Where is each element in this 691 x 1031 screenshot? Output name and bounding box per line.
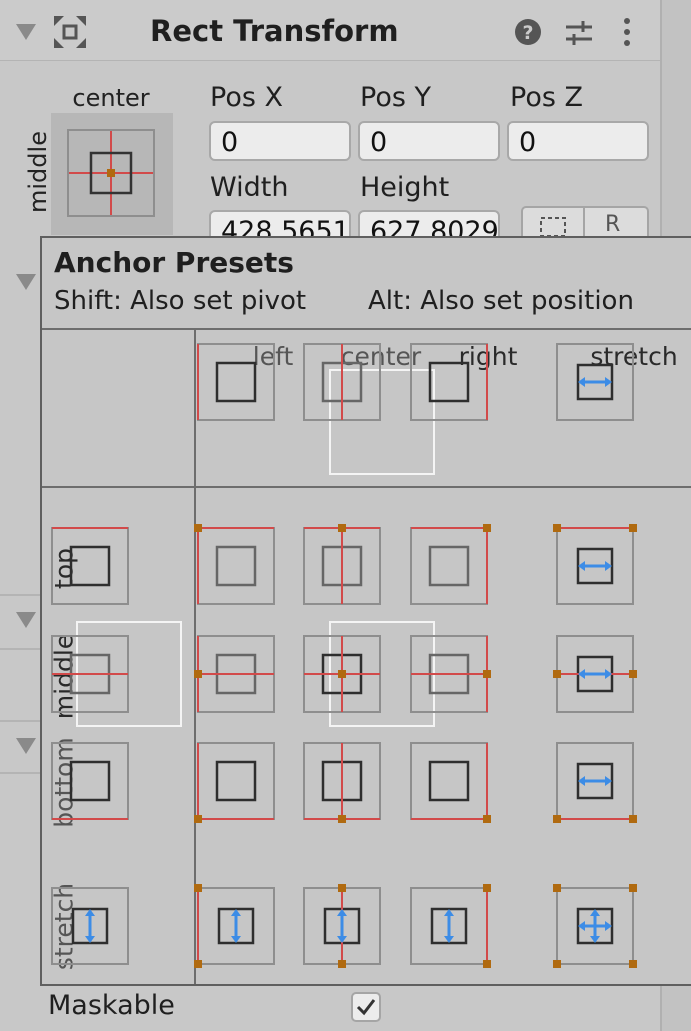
foldout-arrow-icon[interactable] <box>16 24 36 40</box>
anchor-preset-center-top[interactable] <box>303 524 381 605</box>
component-title: Rect Transform <box>150 14 399 48</box>
foldout-arrow-icon[interactable] <box>16 612 36 628</box>
anchor-presets-popup: Anchor Presets Shift: Also set pivot Alt… <box>40 236 691 986</box>
anchor-preset-header-stretch[interactable] <box>51 887 129 965</box>
pos-z-field[interactable]: 0 <box>507 121 649 161</box>
anchor-preset-stretch-bottom[interactable] <box>553 742 637 823</box>
foldout-arrow-icon[interactable] <box>16 274 36 290</box>
pos-z-label: Pos Z <box>510 82 583 113</box>
anchor-preset-center-bottom[interactable] <box>303 742 381 823</box>
anchor-preset-right-stretch[interactable] <box>410 884 491 968</box>
preset-icon[interactable] <box>564 18 594 48</box>
maskable-checkbox[interactable] <box>351 992 381 1022</box>
anchor-preset-center-middle[interactable] <box>303 635 381 713</box>
foldout-arrow-icon[interactable] <box>16 738 36 754</box>
anchor-preset-left-top[interactable] <box>194 524 275 605</box>
maskable-label: Maskable <box>48 990 175 1021</box>
anchor-center-middle-icon <box>67 129 155 217</box>
help-icon[interactable]: ? <box>514 18 542 46</box>
anchor-preset-header-top[interactable] <box>51 527 129 605</box>
anchor-preset-button[interactable] <box>51 113 173 235</box>
anchor-horizontal-label: center <box>72 84 150 112</box>
anchor-preset-left-stretch[interactable] <box>194 884 275 968</box>
height-label: Height <box>360 172 450 203</box>
pos-y-label: Pos Y <box>360 82 431 113</box>
rect-transform-icon <box>54 16 86 48</box>
svg-text:?: ? <box>522 22 533 44</box>
anchor-preset-right-top[interactable] <box>410 524 491 605</box>
anchor-preset-right-middle[interactable] <box>410 635 491 713</box>
more-icon[interactable] <box>620 16 634 48</box>
anchor-preset-stretch-header[interactable] <box>556 343 634 421</box>
anchor-preset-stretch-middle[interactable] <box>553 635 637 713</box>
anchor-preset-header-bottom[interactable] <box>51 742 129 820</box>
anchor-preset-left-middle[interactable] <box>194 635 275 713</box>
anchor-preset-center-header[interactable] <box>303 343 381 421</box>
anchor-preset-right-header[interactable] <box>410 343 488 421</box>
anchor-preset-left-bottom[interactable] <box>194 742 275 823</box>
pos-x-field[interactable]: 0 <box>209 121 351 161</box>
pos-x-label: Pos X <box>210 82 283 113</box>
check-icon <box>356 999 376 1016</box>
anchor-vertical-label: middle <box>24 131 52 213</box>
anchor-preset-stretch-stretch[interactable] <box>553 884 637 968</box>
raw-edit-button[interactable]: R <box>605 212 620 237</box>
anchor-preset-center-stretch[interactable] <box>303 884 381 968</box>
anchor-preset-stretch-top[interactable] <box>553 524 637 605</box>
pos-y-field[interactable]: 0 <box>358 121 500 161</box>
anchor-preset-header-middle[interactable] <box>51 635 129 713</box>
anchor-preset-right-bottom[interactable] <box>410 742 491 823</box>
anchor-preset-grid <box>51 343 637 968</box>
width-label: Width <box>210 172 289 203</box>
anchor-preset-left-header[interactable] <box>197 343 275 421</box>
